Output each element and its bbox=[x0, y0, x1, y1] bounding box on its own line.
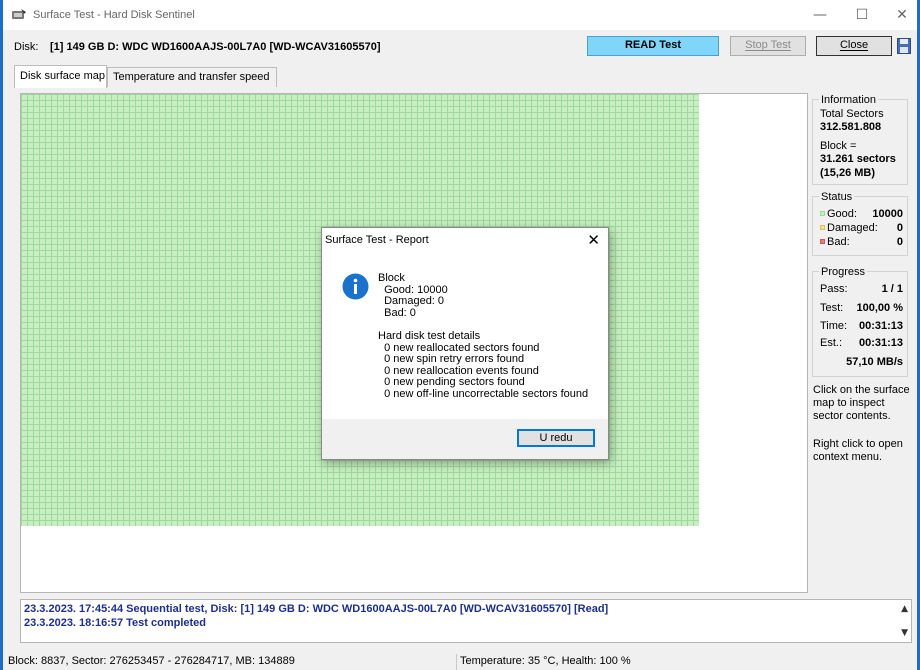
dialog-close-icon[interactable]: ✕ bbox=[587, 231, 600, 249]
status-title: Status bbox=[819, 191, 855, 203]
test-value: 100,00 % bbox=[856, 302, 903, 314]
speed-value: 57,10 MB/s bbox=[846, 356, 903, 368]
ok-button[interactable]: U redu bbox=[517, 429, 595, 447]
app-icon bbox=[12, 9, 26, 19]
status-health: Temperature: 35 °C, Health: 100 % bbox=[456, 654, 756, 670]
report-dialog: Surface Test - Report ✕ Block Good: 1000… bbox=[321, 227, 609, 460]
time-value: 00:31:13 bbox=[858, 320, 903, 332]
scroll-up-icon[interactable]: ▲ bbox=[901, 604, 908, 614]
disk-toolbar: Disk: [1] 149 GB D: WDC WD1600AAJS-00L7A… bbox=[3, 30, 917, 62]
status-block-info: Block: 8837, Sector: 276253457 - 2762847… bbox=[8, 655, 295, 667]
stop-test-button[interactable]: Stop Test bbox=[730, 36, 806, 56]
maximize-button[interactable]: ☐ bbox=[841, 0, 883, 30]
close-button[interactable]: Close bbox=[816, 36, 892, 56]
status-bar: Block: 8837, Sector: 276253457 - 2762847… bbox=[3, 652, 917, 670]
block-size: (15,26 MB) bbox=[820, 167, 876, 179]
bad-value: 0 bbox=[896, 236, 903, 248]
status-group: Status Good: 10000 Damaged: 0 Bad: 0 bbox=[812, 191, 908, 256]
pass-value: 1 / 1 bbox=[881, 283, 903, 295]
good-value: 10000 bbox=[872, 208, 903, 220]
hint-inspect: Click on the surface map to inspect sect… bbox=[813, 384, 910, 422]
title-bar: Surface Test - Hard Disk Sentinel — ☐ ✕ bbox=[3, 0, 917, 30]
block-sectors: 31.261 sectors bbox=[820, 153, 896, 165]
damaged-value: 0 bbox=[896, 222, 903, 234]
dialog-report-text: Block Good: 10000 Damaged: 0 Bad: 0 Hard… bbox=[378, 272, 589, 400]
information-group: Information Total Sectors 312.581.808 Bl… bbox=[812, 94, 908, 185]
good-label: Good: bbox=[827, 208, 857, 220]
scroll-down-icon[interactable]: ▼ bbox=[901, 628, 908, 638]
hint-context-menu: Right click to open context menu. bbox=[813, 438, 903, 463]
info-icon bbox=[342, 273, 369, 300]
time-label: Time: bbox=[820, 320, 848, 332]
test-label: Test: bbox=[820, 302, 844, 314]
pass-row: Pass: 1 / 1 bbox=[820, 283, 903, 295]
stop-test-label: Stop Test bbox=[745, 39, 791, 51]
block-label: Block = bbox=[820, 140, 857, 152]
bad-label: Bad: bbox=[827, 236, 850, 248]
progress-title: Progress bbox=[819, 266, 868, 278]
save-icon[interactable] bbox=[897, 38, 911, 54]
test-row: Test: 100,00 % bbox=[820, 302, 903, 314]
bad-swatch bbox=[820, 239, 825, 244]
log-entry: 23.3.2023. 18:16:57 Test completed bbox=[24, 617, 207, 629]
pass-label: Pass: bbox=[820, 283, 848, 295]
minimize-button[interactable]: — bbox=[799, 0, 841, 30]
window-close-button[interactable]: ✕ bbox=[881, 0, 920, 30]
progress-group: Progress Pass: 1 / 1 Test: 100,00 % Time… bbox=[812, 266, 908, 377]
tab-disk-surface-map[interactable]: Disk surface map bbox=[14, 65, 107, 88]
dialog-title: Surface Test - Report bbox=[325, 234, 429, 246]
disk-selector[interactable]: [1] 149 GB D: WDC WD1600AAJS-00L7A0 [WD-… bbox=[50, 41, 381, 53]
information-title: Information bbox=[819, 94, 879, 106]
dialog-footer: U redu bbox=[322, 419, 608, 459]
status-good-row: Good: 10000 bbox=[820, 208, 903, 220]
est-row: Est.: 00:31:13 bbox=[820, 337, 903, 349]
damaged-swatch bbox=[820, 225, 825, 230]
good-swatch bbox=[820, 211, 825, 216]
close-button-label: Close bbox=[839, 39, 869, 51]
status-damaged-row: Damaged: 0 bbox=[820, 222, 903, 234]
status-bad-row: Bad: 0 bbox=[820, 236, 903, 248]
time-row: Time: 00:31:13 bbox=[820, 320, 903, 332]
damaged-label: Damaged: bbox=[827, 222, 878, 234]
read-test-button[interactable]: READ Test bbox=[587, 36, 719, 56]
total-sectors-label: Total Sectors bbox=[820, 108, 884, 120]
event-log[interactable]: 23.3.2023. 17:45:44 Sequential test, Dis… bbox=[20, 599, 912, 643]
est-value: 00:31:13 bbox=[858, 337, 903, 349]
log-entry: 23.3.2023. 17:45:44 Sequential test, Dis… bbox=[24, 603, 609, 615]
disk-label: Disk: bbox=[14, 41, 39, 53]
total-sectors-value: 312.581.808 bbox=[820, 121, 882, 133]
tab-temperature-transfer[interactable]: Temperature and transfer speed bbox=[107, 67, 277, 87]
est-label: Est.: bbox=[820, 337, 843, 349]
window-title: Surface Test - Hard Disk Sentinel bbox=[33, 9, 195, 21]
